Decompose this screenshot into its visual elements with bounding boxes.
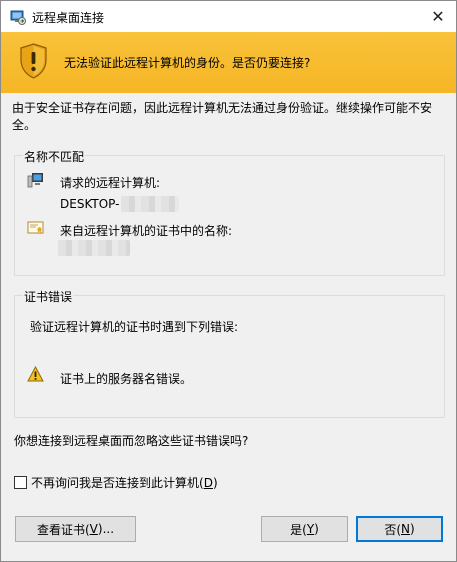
warning-banner: 无法验证此远程计算机的身份。是否仍要连接?: [1, 32, 456, 93]
requested-computer-value: DESKTOP-: [60, 197, 120, 211]
requested-computer-label: 请求的远程计算机:: [60, 176, 161, 190]
cert-errors-description: 验证远程计算机的证书时遇到下列错误:: [30, 320, 239, 334]
warning-shield-icon: [20, 43, 47, 79]
computer-icon: [27, 173, 43, 188]
window-title: 远程桌面连接: [32, 11, 105, 25]
group-label-name-mismatch: 名称不匹配: [23, 148, 86, 165]
cert-error-item: 证书上的服务器名错误。: [60, 372, 193, 386]
certificate-name-label: 来自远程计算机的证书中的名称:: [60, 224, 233, 238]
remote-desktop-icon: [10, 10, 26, 25]
title-bar: 远程桌面连接 ✕: [1, 1, 456, 32]
no-button[interactable]: 否(N): [356, 516, 443, 542]
close-icon: ✕: [431, 7, 445, 26]
certificate-icon: [27, 221, 44, 235]
banner-message: 无法验证此远程计算机的身份。是否仍要连接?: [64, 56, 311, 70]
dont-ask-checkbox-row[interactable]: 不再询问我是否连接到此计算机(D): [14, 474, 218, 491]
intro-text: 由于安全证书存在问题，因此远程计算机无法通过身份验证。继续操作可能不安全。: [12, 101, 433, 132]
dont-ask-label[interactable]: 不再询问我是否连接到此计算机(D): [31, 474, 218, 491]
name-mismatch-group: 名称不匹配 请求的远程计算机: DESKTOP- 来自远程计算机的证书中的名称:: [14, 148, 445, 276]
view-certificate-button[interactable]: 查看证书(V)...: [15, 516, 136, 542]
redacted-cert-name: [58, 240, 130, 256]
group-label-cert-errors: 证书错误: [23, 288, 74, 305]
yes-button[interactable]: 是(Y): [261, 516, 348, 542]
warning-triangle-icon: [27, 366, 44, 382]
certificate-errors-group: 证书错误 验证远程计算机的证书时遇到下列错误: 证书上的服务器名错误。: [14, 288, 445, 418]
rdp-certificate-dialog: 远程桌面连接 ✕ 无法验证此远程计算机的身份。是否仍要连接? 由于安全证书存在问…: [0, 0, 457, 562]
close-button[interactable]: ✕: [420, 1, 456, 32]
redacted-hostname: [121, 196, 179, 212]
ignore-errors-question: 你想连接到远程桌面而忽略这些证书错误吗?: [14, 434, 249, 448]
dont-ask-checkbox[interactable]: [14, 476, 27, 489]
